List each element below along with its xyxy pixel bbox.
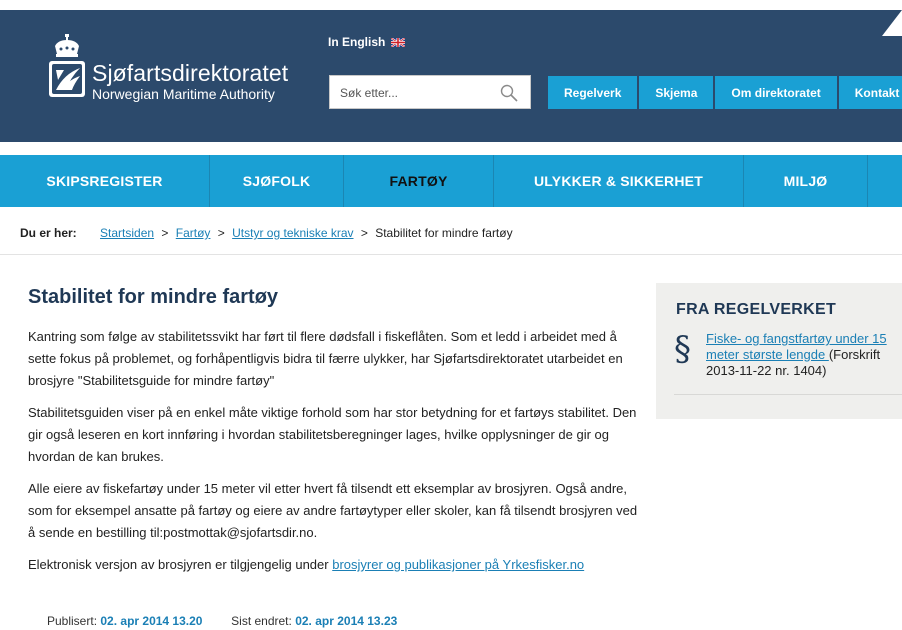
article-paragraph: Kantring som følge av stabilitetssvikt h… [28, 329, 623, 388]
published-label: Publisert: [47, 614, 98, 628]
breadcrumb-link-startsiden[interactable]: Startsiden [100, 226, 154, 240]
article-paragraph-last: Elektronisk versjon av brosjyren er tilg… [28, 554, 640, 576]
crown-emblem-icon [49, 34, 85, 97]
site-header: Sjøfartsdirektoratet Norwegian Maritime … [0, 0, 902, 142]
site-logo[interactable]: Sjøfartsdirektoratet Norwegian Maritime … [46, 34, 316, 104]
sidebar-divider [674, 394, 902, 395]
search-box [329, 75, 531, 109]
article-paragraph: Alle eiere av fiskefartøy under 15 meter… [28, 481, 638, 540]
top-links: Regelverk Skjema Om direktoratet Kontakt [548, 76, 902, 109]
org-subname: Norwegian Maritime Authority [92, 86, 275, 102]
paragraph-symbol-icon: § [674, 329, 691, 369]
regulation-sidebar: FRA REGELVERKET § Fiske- og fangstfartøy… [656, 283, 902, 419]
breadcrumb-current: Stabilitet for mindre fartøy [375, 226, 513, 240]
top-link-skjema[interactable]: Skjema [639, 76, 714, 109]
breadcrumb-separator: > [360, 226, 368, 240]
nav-item-skipsregister[interactable]: SKIPSREGISTER [0, 155, 210, 207]
page-title: Stabilitet for mindre fartøy [28, 286, 279, 308]
brochure-link[interactable]: brosjyrer og publikasjoner på Yrkesfiske… [332, 557, 584, 572]
nav-item-miljo[interactable]: MILJØ [744, 155, 868, 207]
top-link-regelverk[interactable]: Regelverk [548, 76, 638, 109]
breadcrumb-link-fartoy[interactable]: Fartøy [176, 226, 211, 240]
breadcrumb-divider [0, 254, 902, 255]
sidebar-heading: FRA REGELVERKET [676, 301, 837, 318]
language-link[interactable]: In English [328, 35, 406, 49]
search-icon[interactable] [500, 84, 518, 102]
main-nav: SKIPSREGISTER SJØFOLK FARTØY ULYKKER & S… [0, 155, 902, 207]
changed-label: Sist endret: [231, 614, 292, 628]
regulation-entry: Fiske- og fangstfartøy under 15 meter st… [706, 331, 902, 379]
changed-date: 02. apr 2014 13.23 [295, 614, 398, 628]
published-date: 02. apr 2014 13.20 [100, 614, 203, 628]
header-corner-decoration [882, 10, 902, 36]
breadcrumb-link-utstyr[interactable]: Utstyr og tekniske krav [232, 226, 353, 240]
article-paragraph-text: Elektronisk versjon av brosjyren er tilg… [28, 557, 333, 572]
article: Stabilitet for mindre fartøy Kantring so… [28, 286, 640, 586]
article-paragraph: Stabilitetsguiden viser på en enkel måte… [28, 405, 637, 464]
uk-flag-icon [391, 37, 406, 47]
language-link-label: In English [328, 35, 386, 49]
top-link-kontakt[interactable]: Kontakt [838, 76, 902, 109]
org-name: Sjøfartsdirektoratet [92, 60, 289, 86]
header-top-strip [0, 0, 902, 10]
breadcrumb-separator: > [161, 226, 169, 240]
breadcrumb: Du er her: Startsiden > Fartøy > Utstyr … [20, 226, 513, 240]
nav-item-sjofolk[interactable]: SJØFOLK [210, 155, 344, 207]
nav-item-ulykker-sikkerhet[interactable]: ULYKKER & SIKKERHET [494, 155, 744, 207]
publish-meta: Publisert: 02. apr 2014 13.20 Sist endre… [47, 614, 397, 628]
top-link-om-direktoratet[interactable]: Om direktoratet [715, 76, 837, 109]
search-input[interactable] [340, 85, 500, 101]
breadcrumb-separator: > [217, 226, 225, 240]
nav-item-fartoy[interactable]: FARTØY [344, 155, 494, 207]
breadcrumb-label: Du er her: [20, 226, 77, 240]
